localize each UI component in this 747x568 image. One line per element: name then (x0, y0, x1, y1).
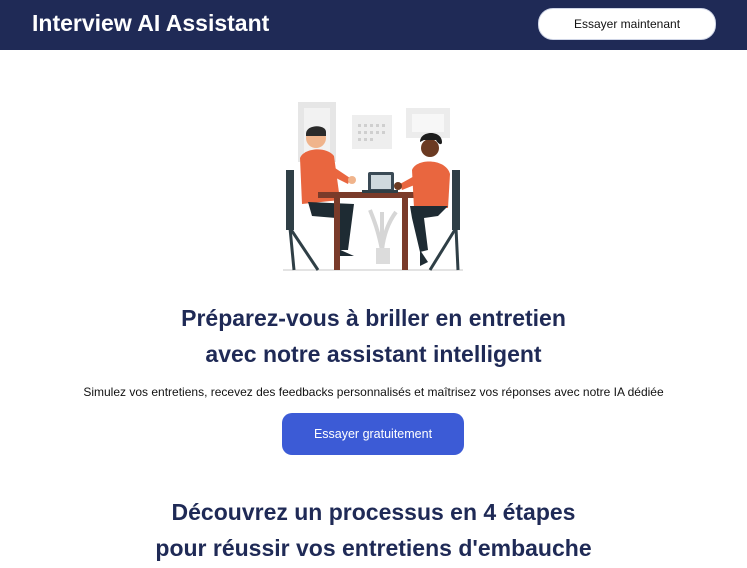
process-title-line-1: Découvrez un processus en 4 étapes (171, 499, 576, 525)
hero-title-line-1: Préparez-vous à briller en entretien (181, 305, 566, 331)
brand-title: Interview AI Assistant (32, 10, 270, 36)
interview-illustration (278, 100, 468, 275)
hero-subtitle: Simulez vos entretiens, recevez des feed… (83, 385, 664, 399)
try-now-button[interactable]: Essayer maintenant (538, 8, 716, 40)
hero-title-line-2: avec notre assistant intelligent (205, 341, 542, 367)
process-title-line-2: pour réussir vos entretiens d'embauche (155, 535, 592, 561)
try-free-button[interactable]: Essayer gratuitement (282, 413, 464, 455)
top-navigation-bar: Interview AI Assistant Essayer maintenan… (0, 0, 747, 50)
